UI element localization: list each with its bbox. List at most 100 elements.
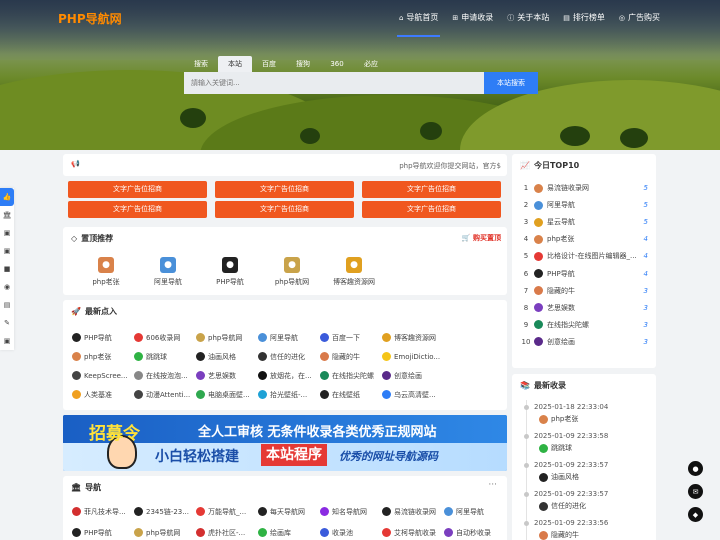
latest-site-link[interactable]: 油画风格: [196, 351, 258, 362]
site-favicon-icon: [196, 390, 205, 399]
nav-site-link[interactable]: 每天导航网: [258, 506, 320, 517]
timeline-item[interactable]: 2025-01-09 22:33:58 跳跳球: [522, 432, 652, 453]
latest-site-link[interactable]: 信任的进化: [258, 351, 320, 362]
nav-site-link[interactable]: 易流链收录网: [382, 506, 444, 517]
mail-icon[interactable]: ✉: [688, 484, 703, 499]
ad-slot[interactable]: 文字广告位招商: [68, 201, 207, 218]
latest-site-link[interactable]: 艺思娱数: [196, 370, 258, 381]
latest-site-link[interactable]: PHP导航: [72, 332, 134, 343]
search-input[interactable]: [184, 72, 484, 94]
latest-grid: PHP导航 606收录网 php导航网 阿里导航 百度一下 博客趣资源网 php老张 跳跳球 油…: [72, 332, 444, 400]
nav-site-link[interactable]: PHP导航: [72, 527, 134, 538]
id-card-icon[interactable]: ▣: [0, 332, 14, 350]
nav-item[interactable]: ⓘ 关于本站: [507, 12, 549, 29]
latest-site-link[interactable]: 606收录网: [134, 332, 196, 343]
promo-banner[interactable]: 招募令 全人工审核 无条件收录各类优秀正规网站 小白轻松搭建 本站程序 优秀的网…: [63, 415, 507, 471]
nav-site-link[interactable]: 艾柯导航收录: [382, 527, 444, 538]
top10-row[interactable]: 10 创意绘画 3: [520, 336, 648, 348]
site-favicon-icon: [258, 371, 267, 380]
latest-site-link[interactable]: 电脑桌面壁...: [196, 389, 258, 400]
latest-site-link[interactable]: 在线按泡泡...: [134, 370, 196, 381]
latest-site-link[interactable]: 人类基准: [72, 389, 134, 400]
bank-icon[interactable]: 🏛: [0, 206, 14, 224]
id-card-icon[interactable]: ▣: [0, 242, 14, 260]
latest-site-link[interactable]: EmojiDictio...: [382, 351, 444, 362]
latest-site-link[interactable]: 在线壁纸: [320, 389, 382, 400]
nav-item[interactable]: ▤ 排行榜单: [563, 12, 605, 29]
ad-slot[interactable]: 文字广告位招商: [362, 181, 501, 198]
nav-site-link[interactable]: 万能导航_...: [196, 506, 258, 517]
search-tab[interactable]: 搜狗: [286, 56, 320, 72]
top10-count: 3: [643, 303, 648, 312]
message-icon[interactable]: ●: [688, 461, 703, 476]
recommended-item[interactable]: ● PHP导航: [199, 257, 261, 287]
nav-site-link[interactable]: 菲凡技术导...: [72, 506, 134, 517]
top10-row[interactable]: 4 php老张 4: [520, 233, 648, 245]
nav-site-link[interactable]: 阿里导航: [444, 506, 506, 517]
ad-slot[interactable]: 文字广告位招商: [362, 201, 501, 218]
nav-site-link[interactable]: 收录池: [320, 527, 382, 538]
top10-row[interactable]: 3 星云导航 5: [520, 216, 648, 228]
recommended-item[interactable]: ● 博客趣资源网: [323, 257, 385, 287]
ad-slot[interactable]: 文字广告位招商: [68, 181, 207, 198]
latest-site-link[interactable]: 博客趣资源网: [382, 332, 444, 343]
top10-row[interactable]: 8 艺思娱数 3: [520, 302, 648, 314]
nav-site-link[interactable]: 自动秒收录: [444, 527, 506, 538]
top10-row[interactable]: 2 阿里导航 5: [520, 199, 648, 211]
latest-site-link[interactable]: php老张: [72, 351, 134, 362]
top10-row[interactable]: 7 隐藏的牛 3: [520, 285, 648, 297]
latest-site-link[interactable]: 在线指尖陀螺: [320, 370, 382, 381]
nav-item[interactable]: ⌂ 导航首页: [396, 12, 441, 37]
more-button[interactable]: ···: [488, 480, 497, 490]
nav-item[interactable]: ◎ 广告购买: [619, 12, 660, 29]
search-tab[interactable]: 搜索: [184, 56, 218, 72]
timeline-date: 2025-01-09 22:33:57: [522, 490, 652, 498]
timeline-item[interactable]: 2025-01-09 22:33:57 信任的进化: [522, 490, 652, 511]
buy-top-button[interactable]: 🛒 购买置顶: [462, 233, 501, 243]
qq-icon[interactable]: ◆: [688, 507, 703, 522]
top10-row[interactable]: 9 在线指尖陀螺 3: [520, 319, 648, 331]
cube-icon[interactable]: ◉: [0, 278, 14, 296]
latest-site-link[interactable]: 跳跳球: [134, 351, 196, 362]
nav-item[interactable]: ⊞ 申请收录: [452, 12, 493, 29]
latest-site-link[interactable]: 创意绘画: [382, 370, 444, 381]
top10-row[interactable]: 1 易流链收录网 5: [520, 182, 648, 194]
nav-site-link[interactable]: 绘画库: [258, 527, 320, 538]
ad-slot[interactable]: 文字广告位招商: [215, 181, 354, 198]
nav-site-link[interactable]: 虎扑社区-...: [196, 527, 258, 538]
timeline-item[interactable]: 2025-01-18 22:33:04 php老张: [522, 403, 652, 424]
notice-text[interactable]: php导航欢迎你提交网站，官方$: [399, 161, 501, 171]
latest-site-link[interactable]: php导航网: [196, 332, 258, 343]
recommended-item[interactable]: ● php导航网: [261, 257, 323, 287]
recommended-item[interactable]: ● php老张: [75, 257, 137, 287]
latest-site-link[interactable]: KeepScree...: [72, 370, 134, 381]
top10-row[interactable]: 5 比格设计-在线图片编辑器_... 4: [520, 250, 648, 262]
latest-site-link[interactable]: 隐藏的牛: [320, 351, 382, 362]
recommended-item[interactable]: ● 阿里导航: [137, 257, 199, 287]
site-favicon-icon: [382, 352, 391, 361]
latest-site-link[interactable]: 百度一下: [320, 332, 382, 343]
top10-row[interactable]: 6 PHP导航 4: [520, 268, 648, 280]
nav-site-link[interactable]: php导航网: [134, 527, 196, 538]
video-icon[interactable]: ■: [0, 260, 14, 278]
latest-site-link[interactable]: 动漫Attenti...: [134, 389, 196, 400]
latest-site-link[interactable]: 放烟花，在...: [258, 370, 320, 381]
timeline-item[interactable]: 2025-01-09 22:33:56 隐藏的牛: [522, 519, 652, 540]
nav-site-link[interactable]: 知名导航网: [320, 506, 382, 517]
ticket-icon[interactable]: ▤: [0, 296, 14, 314]
ad-slot[interactable]: 文字广告位招商: [215, 201, 354, 218]
search-tab[interactable]: 必应: [354, 56, 388, 72]
search-tab[interactable]: 本站: [218, 56, 252, 72]
site-logo[interactable]: PHP导航网: [58, 10, 122, 27]
search-tab[interactable]: 360: [320, 56, 354, 72]
wrench-icon[interactable]: ✎: [0, 314, 14, 332]
timeline-item[interactable]: 2025-01-09 22:33:57 油画风格: [522, 461, 652, 482]
thumb-up-icon[interactable]: 👍: [0, 188, 14, 206]
nav-site-link[interactable]: 2345链-23...: [134, 506, 196, 517]
latest-site-link[interactable]: 拾光壁纸-...: [258, 389, 320, 400]
latest-site-link[interactable]: 阿里导航: [258, 332, 320, 343]
search-tab[interactable]: 百度: [252, 56, 286, 72]
latest-site-link[interactable]: 乌云高清壁...: [382, 389, 444, 400]
id-card-icon[interactable]: ▣: [0, 224, 14, 242]
search-button[interactable]: 本站搜索: [484, 72, 538, 94]
